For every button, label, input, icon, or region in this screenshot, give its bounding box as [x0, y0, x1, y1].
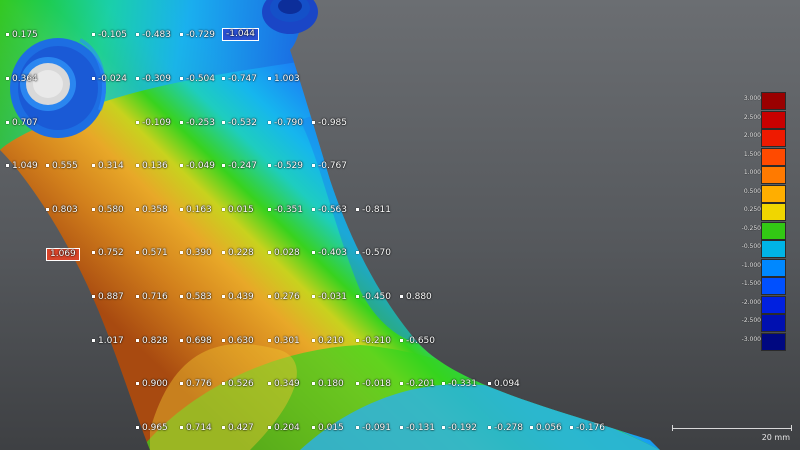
- legend-swatch: [761, 92, 786, 110]
- legend-label: -2.500: [741, 317, 761, 324]
- scale-bar: 20 mm: [672, 420, 792, 446]
- scale-bar-label: 20 mm: [761, 433, 790, 442]
- legend-swatch: [761, 240, 786, 258]
- boss-left: [10, 38, 106, 138]
- legend-swatch: [761, 314, 786, 332]
- scale-bar-tick-left: [672, 425, 673, 431]
- scale-bar-tick-right: [791, 425, 792, 431]
- legend-swatch: [761, 277, 786, 295]
- legend-label: 1.500: [743, 150, 761, 158]
- legend-swatch: [761, 258, 786, 277]
- legend-label: -1.500: [741, 280, 761, 287]
- legend-swatch: [761, 147, 786, 166]
- legend-label: -3.000: [741, 335, 761, 343]
- legend-label: 2.500: [743, 113, 761, 121]
- color-legend: 3.000 2.500 2.000 1.500 1.000 0.500 0.250 -0.25…: [737, 92, 793, 352]
- legend-swatch: [761, 166, 786, 184]
- legend-label: 0.500: [743, 187, 761, 195]
- legend-label: 1.000: [743, 169, 761, 176]
- legend-swatch: [761, 295, 786, 314]
- legend-label: 3.000: [743, 95, 761, 102]
- legend-swatch: [761, 129, 786, 147]
- scale-bar-line: [672, 428, 792, 429]
- legend-label: -0.500: [741, 243, 761, 250]
- legend-label: 2.000: [743, 132, 761, 139]
- legend-swatch: [761, 184, 786, 203]
- 3d-viewport[interactable]: [0, 0, 800, 450]
- legend-swatch: [761, 221, 786, 240]
- legend-swatch: [761, 110, 786, 129]
- legend-label: 0.250: [743, 206, 761, 213]
- legend-swatch: [761, 332, 786, 351]
- legend-swatch: [761, 203, 786, 221]
- legend-label: -2.000: [741, 298, 761, 306]
- deviation-colormap-model: [0, 0, 660, 450]
- legend-label: -0.250: [741, 224, 761, 232]
- legend-label: -1.000: [741, 261, 761, 269]
